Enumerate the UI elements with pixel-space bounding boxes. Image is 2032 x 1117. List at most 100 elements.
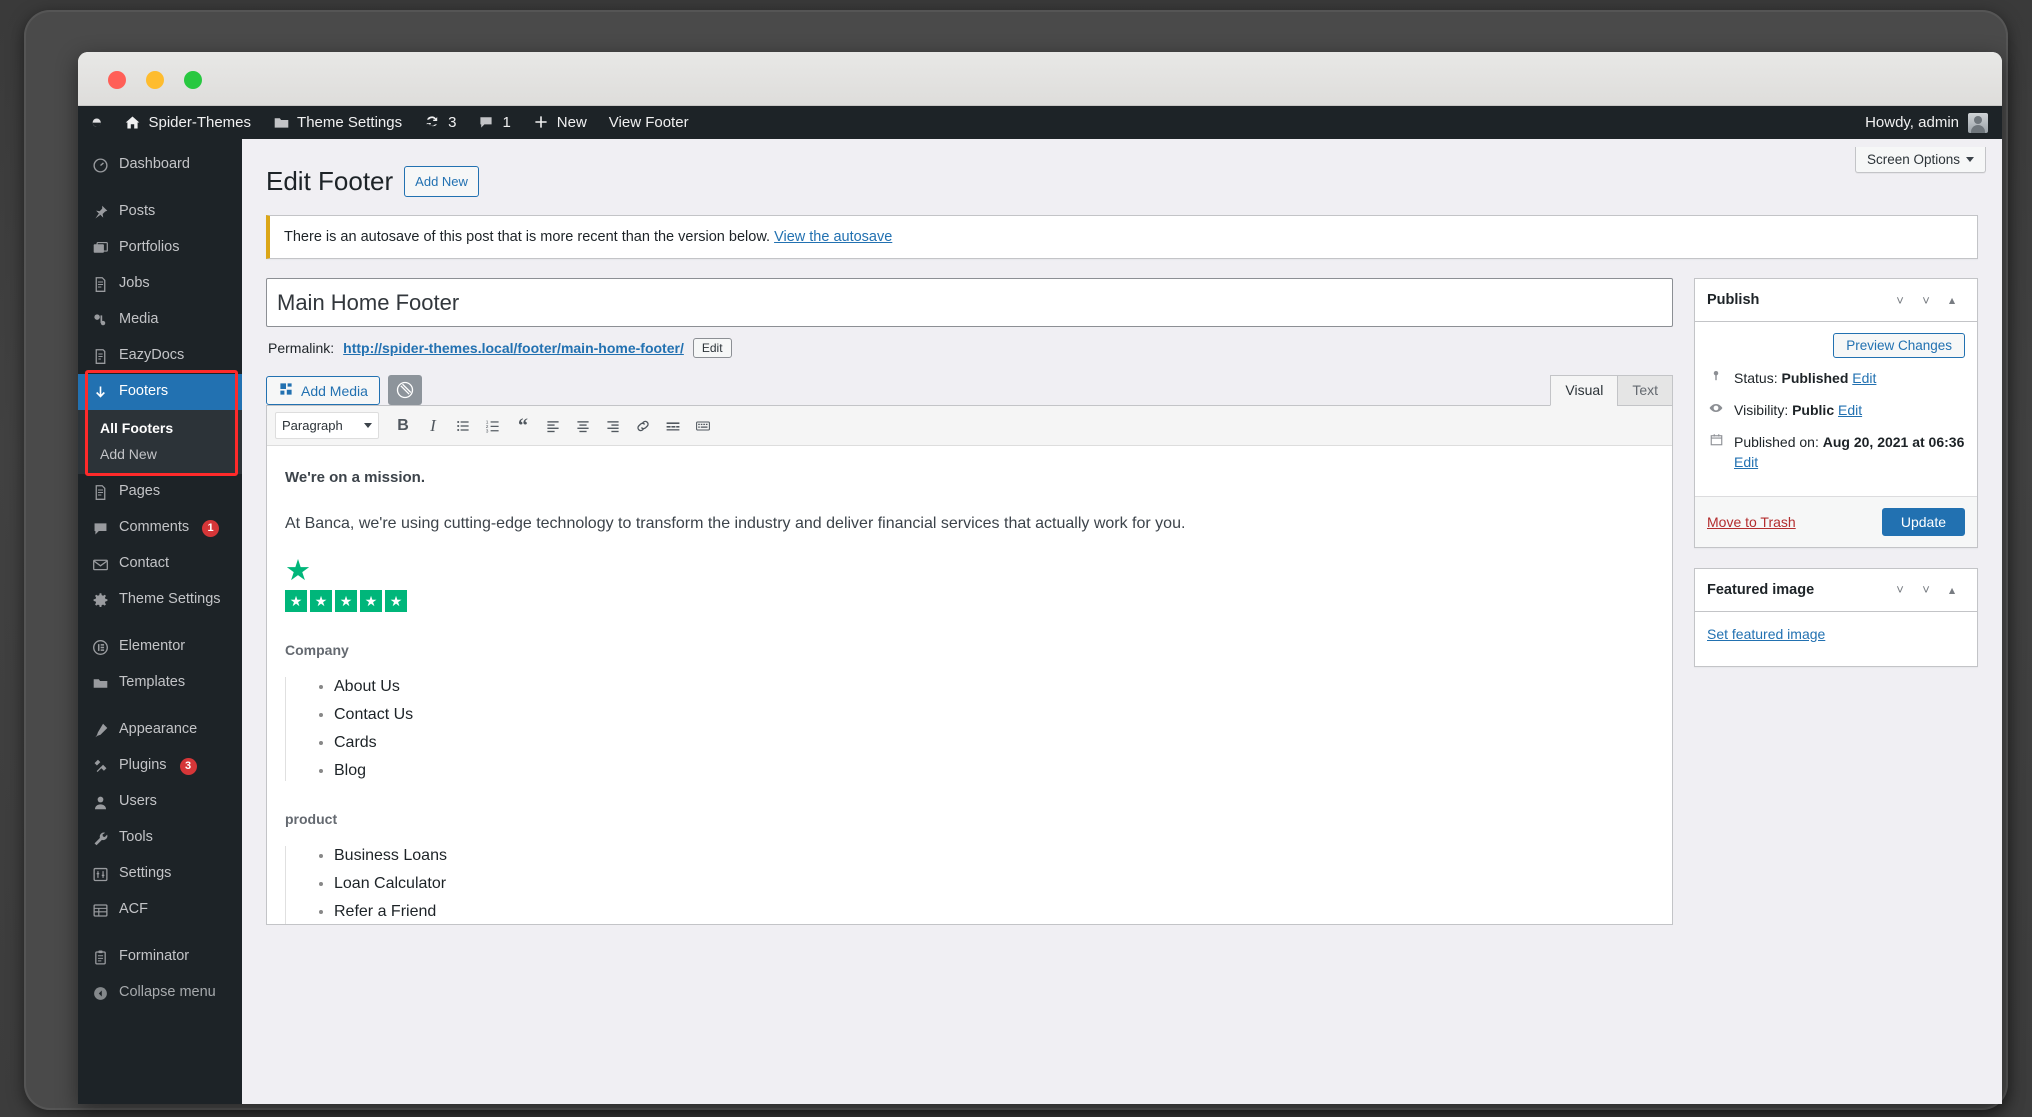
zoom-window-button[interactable] <box>184 71 202 89</box>
move-to-trash-link[interactable]: Move to Trash <box>1707 514 1796 530</box>
toolbar-toggle-icon[interactable] <box>689 412 717 439</box>
star-rating-strip: ★ ★ ★ ★ ★ <box>285 590 1654 613</box>
editor-tab-visual[interactable]: Visual <box>1550 375 1619 407</box>
screen-options-toggle[interactable]: Screen Options <box>1854 147 1986 173</box>
sidebar-item-users[interactable]: Users <box>78 784 242 820</box>
publish-box-body: Preview Changes Status: Published Edit V… <box>1695 322 1977 495</box>
sidebar-item-tools[interactable]: Tools <box>78 820 242 856</box>
sidebar-item-posts[interactable]: Posts <box>78 194 242 230</box>
sidebar-item-media[interactable]: Media <box>78 302 242 338</box>
published-on-edit-link[interactable]: Edit <box>1734 454 1758 470</box>
my-account-menu[interactable]: Howdy, admin <box>1865 112 2002 133</box>
calendar-icon <box>1707 432 1725 452</box>
sidebar-item-collapse-menu[interactable]: Collapse menu <box>78 975 242 1011</box>
close-window-button[interactable] <box>108 71 126 89</box>
sidebar-item-portfolios[interactable]: Portfolios <box>78 230 242 266</box>
sidebar-item-settings[interactable]: Settings <box>78 856 242 892</box>
align-right-icon[interactable] <box>599 412 627 439</box>
move-up-icon[interactable]: ˅ <box>1887 289 1913 311</box>
publish-actions: Move to Trash Update <box>1695 495 1977 547</box>
align-left-icon[interactable] <box>539 412 567 439</box>
elementor-button[interactable] <box>387 375 422 406</box>
paragraph-format-select[interactable]: Paragraph <box>275 412 379 440</box>
star-icon: ★ <box>310 590 332 613</box>
site-name-menu[interactable]: Spider-Themes <box>113 106 262 139</box>
featured-image-title: Featured image <box>1707 581 1815 598</box>
arrow-down-icon <box>90 382 110 402</box>
new-content-menu[interactable]: New <box>522 106 598 139</box>
sidebar-item-comments[interactable]: Comments 1 <box>78 510 242 546</box>
sidebar-item-dashboard[interactable]: Dashboard <box>78 147 242 183</box>
sidebar-item-appearance[interactable]: Appearance <box>78 712 242 748</box>
brush-icon <box>90 720 110 740</box>
pin-icon <box>94 205 107 218</box>
move-down-icon[interactable]: ˅ <box>1913 579 1939 601</box>
add-new-button[interactable]: Add New <box>404 166 479 198</box>
content-section-label: Company <box>285 642 349 659</box>
footers-submenu: All Footers Add New <box>78 410 242 474</box>
sidebar-item-acf[interactable]: ACF <box>78 892 242 928</box>
view-autosave-link[interactable]: View the autosave <box>774 229 892 245</box>
sidebar-item-label: Jobs <box>119 275 150 292</box>
submenu-item-all-footers[interactable]: All Footers <box>78 415 242 441</box>
visibility-label: Visibility: <box>1734 401 1789 418</box>
move-down-icon[interactable]: ˅ <box>1913 289 1939 311</box>
sidebar-item-label: Appearance <box>119 721 198 738</box>
permalink-url[interactable]: http://spider-themes.local/footer/main-h… <box>343 340 684 356</box>
editor-content-area[interactable]: We're on a mission. At Banca, we're usin… <box>267 446 1672 925</box>
sidebar-item-jobs[interactable]: Jobs <box>78 266 242 302</box>
collapse-icon <box>93 986 107 1000</box>
list-item: Contact Us <box>334 705 1654 725</box>
wp-logo-menu[interactable]: ◓ <box>78 106 113 139</box>
sidebar-item-label: Elementor <box>119 638 186 655</box>
chevron-down-icon <box>1966 157 1974 162</box>
update-button[interactable]: Update <box>1881 507 1965 536</box>
permalink-label: Permalink: <box>268 340 335 357</box>
comments-menu[interactable]: 1 <box>467 106 521 139</box>
gear-icon <box>90 590 110 610</box>
list-item: Cards <box>334 733 1654 753</box>
brush-icon <box>94 723 107 737</box>
sidebar-item-label: Media <box>119 311 159 328</box>
menu-separator <box>78 928 242 939</box>
sidebar-item-eazydocs[interactable]: EazyDocs <box>78 338 242 374</box>
sidebar-item-contact[interactable]: Contact <box>78 546 242 582</box>
toggle-panel-icon[interactable]: ▲ <box>1942 292 1963 310</box>
browser-window: ◓ Spider-Themes Theme Settings 3 1 New V… <box>78 52 2002 1104</box>
visibility-edit-link[interactable]: Edit <box>1838 402 1862 418</box>
bold-icon[interactable]: B <box>389 412 417 439</box>
content-paragraph: At Banca, we're using cutting-edge techn… <box>285 515 1186 533</box>
align-center-icon[interactable] <box>569 412 597 439</box>
post-title-input[interactable] <box>266 278 1673 328</box>
sidebar-item-forminator[interactable]: Forminator <box>78 939 242 975</box>
minimize-window-button[interactable] <box>146 71 164 89</box>
editor-tab-text[interactable]: Text <box>1617 375 1673 407</box>
sidebar-item-plugins[interactable]: Plugins 3 <box>78 748 242 784</box>
preview-changes-button[interactable]: Preview Changes <box>1833 333 1965 359</box>
sidebar-item-theme-settings[interactable]: Theme Settings <box>78 582 242 618</box>
move-up-icon[interactable]: ˅ <box>1887 579 1913 601</box>
italic-icon[interactable]: I <box>419 412 447 439</box>
avatar <box>1968 112 1988 133</box>
numbered-list-icon[interactable]: 123 <box>479 412 507 439</box>
sidebar-item-elementor[interactable]: Elementor <box>78 629 242 665</box>
star-icon: ★ <box>285 590 307 613</box>
view-footer-link[interactable]: View Footer <box>598 106 700 139</box>
sidebar-item-templates[interactable]: Templates <box>78 665 242 701</box>
add-media-button[interactable]: Add Media <box>266 376 380 406</box>
status-edit-link[interactable]: Edit <box>1852 370 1876 386</box>
link-icon[interactable] <box>629 412 657 439</box>
blockquote-icon[interactable]: “ <box>509 412 537 439</box>
sidebar-item-footers[interactable]: Footers <box>78 374 242 410</box>
bulleted-list-icon[interactable] <box>449 412 477 439</box>
envelope-icon <box>90 554 110 574</box>
read-more-icon[interactable] <box>659 412 687 439</box>
theme-settings-menu[interactable]: Theme Settings <box>262 106 413 139</box>
set-featured-image-link[interactable]: Set featured image <box>1707 626 1825 642</box>
updates-menu[interactable]: 3 <box>413 106 467 139</box>
permalink-edit-button[interactable]: Edit <box>692 338 732 359</box>
submenu-item-add-new[interactable]: Add New <box>78 441 242 467</box>
sidebar-item-pages[interactable]: Pages <box>78 474 242 510</box>
toggle-panel-icon[interactable]: ▲ <box>1942 581 1963 599</box>
elementor-icon <box>90 637 110 657</box>
